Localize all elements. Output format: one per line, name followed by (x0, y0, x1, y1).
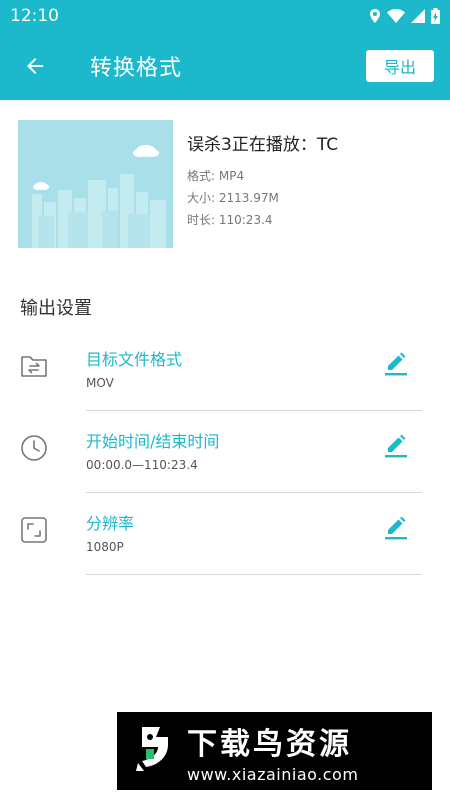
setting-value: 1080P (86, 540, 124, 554)
setting-value: MOV (86, 376, 114, 390)
bird-logo-icon (117, 712, 187, 790)
watermark-banner: 下载鸟资源 www.xiazainiao.com (117, 712, 432, 790)
export-button[interactable]: 导出 (366, 50, 434, 82)
back-arrow-icon (27, 58, 43, 74)
app-bar: 转换格式 导出 (0, 32, 450, 100)
setting-target-format[interactable]: 目标文件格式 MOV (0, 342, 450, 424)
setting-divider (86, 574, 422, 575)
edit-pencil-icon[interactable] (382, 514, 410, 542)
edit-pencil-icon[interactable] (382, 350, 410, 378)
setting-title: 开始时间/结束时间 (86, 432, 220, 451)
file-card: 误杀3正在播放：TC 格式: MP4 大小: 2113.97M 时长: 110:… (18, 120, 432, 248)
thumbnail-placeholder-icon (18, 120, 173, 248)
output-settings-title: 输出设置 (20, 298, 92, 319)
file-format: 格式: MP4 (187, 169, 245, 183)
folder-swap-icon (21, 356, 47, 377)
file-info: 误杀3正在播放：TC 格式: MP4 大小: 2113.97M 时长: 110:… (187, 120, 338, 248)
status-bar: 12:10 (0, 0, 450, 32)
clock-icon (21, 435, 47, 461)
setting-divider (86, 492, 422, 493)
signal-icon (411, 9, 425, 23)
watermark-url: www.xiazainiao.com (187, 764, 359, 784)
resize-frame-icon (21, 517, 47, 543)
location-icon (370, 9, 380, 23)
setting-title: 目标文件格式 (86, 350, 183, 369)
battery-icon (431, 8, 440, 24)
file-duration: 时长: 110:23.4 (187, 213, 273, 227)
status-time: 12:10 (10, 6, 59, 26)
back-button[interactable] (0, 32, 70, 100)
setting-value: 00:00.0—110:23.4 (86, 458, 198, 472)
wifi-icon (387, 9, 405, 23)
setting-title: 分辨率 (86, 514, 135, 533)
setting-divider (86, 410, 422, 411)
setting-resolution[interactable]: 分辨率 1080P (0, 506, 450, 588)
file-name: 误杀3正在播放：TC (187, 135, 339, 155)
page-title: 转换格式 (90, 56, 183, 81)
status-icons (369, 8, 440, 24)
setting-time-range[interactable]: 开始时间/结束时间 00:00.0—110:23.4 (0, 424, 450, 506)
watermark-title: 下载鸟资源 (187, 726, 352, 762)
edit-pencil-icon[interactable] (382, 432, 410, 460)
file-size: 大小: 2113.97M (187, 191, 279, 205)
video-thumbnail[interactable] (18, 120, 173, 248)
watermark-text: 下载鸟资源 www.xiazainiao.com (187, 719, 432, 784)
